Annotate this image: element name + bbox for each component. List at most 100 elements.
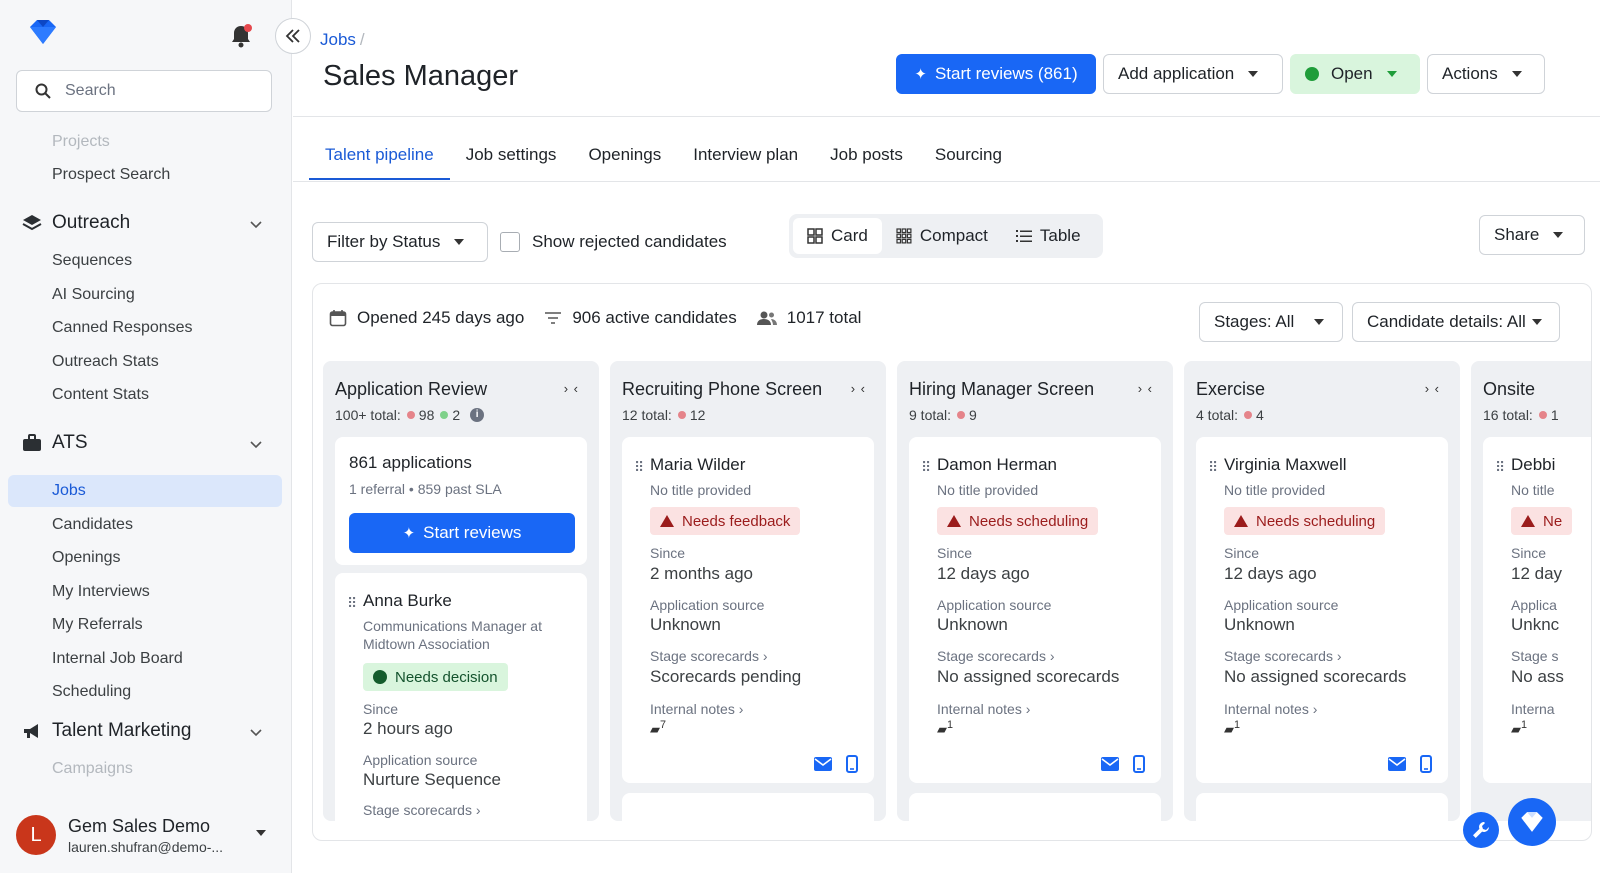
candidate-name[interactable]: Maria Wilder [650,455,745,475]
collapse-column-icon[interactable]: › ‹ [1138,381,1153,396]
candidate-card[interactable] [1196,793,1448,821]
sidebar-item-internal-job-board[interactable]: Internal Job Board [52,647,183,671]
show-rejected-checkbox[interactable] [500,232,520,252]
share-button[interactable]: Share [1479,215,1585,255]
gem-assistant-button[interactable] [1508,798,1556,846]
grip-icon[interactable]: ⠿ [347,595,357,612]
note-icon[interactable]: ▰1 [937,719,953,737]
candidate-name[interactable]: Debbi [1511,455,1555,475]
phone-icon[interactable] [846,755,858,773]
grip-icon[interactable]: ⠿ [1495,459,1505,476]
candidate-card[interactable]: ⠿ Debbi No title Ne Since 12 day Applica… [1483,437,1591,783]
view-compact-button[interactable]: Compact [882,218,1002,254]
collapse-column-icon[interactable]: › ‹ [1425,381,1440,396]
sidebar-item-openings[interactable]: Openings [52,546,121,570]
candidate-name[interactable]: Anna Burke [363,591,452,611]
scorecards-link[interactable]: Stage scorecards › [650,648,768,664]
tab-openings[interactable]: Openings [572,140,677,180]
sidebar-item-my-interviews[interactable]: My Interviews [52,580,150,604]
sidebar-item-campaigns[interactable]: Campaigns [52,757,133,781]
note-icon[interactable]: ▰1 [1224,719,1240,737]
search-box[interactable] [16,70,272,112]
since-value: 2 months ago [650,564,754,583]
sidebar-item-content-stats[interactable]: Content Stats [52,383,149,407]
tools-button[interactable] [1463,812,1499,848]
candidate-card[interactable]: ⠿ Maria Wilder No title provided Needs f… [622,437,874,783]
sidebar-section-talent-marketing[interactable]: Talent Marketing [22,716,191,746]
mail-icon[interactable] [1101,757,1119,771]
collapse-sidebar-button[interactable] [275,18,311,54]
candidate-card[interactable]: ⠿ Anna Burke Communications Manager at M… [335,573,587,821]
internal-notes-link[interactable]: Interna [1511,701,1555,717]
sidebar-item-canned-responses[interactable]: Canned Responses [52,316,193,340]
candidate-card[interactable]: ⠿ Virginia Maxwell No title provided Nee… [1196,437,1448,783]
info-icon[interactable]: i [470,408,485,422]
contact-icons [1374,755,1432,773]
breadcrumb-jobs-link[interactable]: Jobs [320,30,356,49]
scorecards-link[interactable]: Stage scorecards › [937,648,1055,664]
status-dropdown[interactable]: Open [1290,54,1420,94]
candidate-details-dropdown[interactable]: Candidate details: All [1352,302,1560,342]
grip-icon[interactable]: ⠿ [921,459,931,476]
sidebar-item-sequences[interactable]: Sequences [52,249,132,273]
start-reviews-card-button[interactable]: ✦ Start reviews [349,513,575,553]
search-input[interactable] [65,82,255,100]
candidate-card[interactable] [622,793,874,821]
grip-icon[interactable]: ⠿ [634,459,644,476]
candidate-name[interactable]: Damon Herman [937,455,1057,475]
mail-icon[interactable] [814,757,832,771]
chevron-down-icon[interactable] [248,436,264,452]
tab-sourcing[interactable]: Sourcing [919,140,1018,180]
sidebar-item-my-referrals[interactable]: My Referrals [52,613,143,637]
sidebar-section-outreach[interactable]: Outreach [22,208,130,238]
scorecards-link[interactable]: Stage scorecards › [1224,648,1342,664]
sidebar-item-projects[interactable]: Projects [52,130,110,154]
collapse-column-icon[interactable]: › ‹ [851,381,866,396]
scorecards-link[interactable]: Stage scorecards › [363,802,481,818]
collapse-column-icon[interactable]: › ‹ [564,381,579,396]
sidebar-item-scheduling[interactable]: Scheduling [52,680,131,704]
candidate-card[interactable] [909,793,1161,821]
sidebar-item-jobs[interactable]: Jobs [52,479,86,503]
green-dot [440,411,449,419]
note-icon[interactable]: ▰1 [1511,719,1527,737]
scorecards-link[interactable]: Stage s [1511,648,1558,664]
tab-job-settings[interactable]: Job settings [450,140,573,180]
actions-button[interactable]: Actions [1427,54,1545,94]
warning-icon [1521,515,1535,527]
note-icon[interactable]: ▰7 [650,719,666,737]
sidebar-item-outreach-stats[interactable]: Outreach Stats [52,350,159,374]
view-card-button[interactable]: Card [793,218,882,254]
sidebar-item-candidates[interactable]: Candidates [52,513,133,537]
user-menu[interactable]: L Gem Sales Demo lauren.shufran@demo-... [16,815,223,855]
chevron-down-icon[interactable] [248,216,264,232]
grip-icon[interactable]: ⠿ [1208,459,1218,476]
tab-interview-plan[interactable]: Interview plan [677,140,814,180]
badge-label: Ne [1543,512,1563,530]
stages-dropdown[interactable]: Stages: All [1199,302,1343,342]
candidate-card[interactable]: ⠿ Damon Herman No title provided Needs s… [909,437,1161,783]
sidebar-item-ai-sourcing[interactable]: AI Sourcing [52,283,135,307]
candidate-name[interactable]: Virginia Maxwell [1224,455,1347,475]
tab-talent-pipeline[interactable]: Talent pipeline [309,140,450,180]
filter-by-status-dropdown[interactable]: Filter by Status [312,222,488,262]
user-email: lauren.shufran@demo-... [68,838,224,855]
internal-notes-link[interactable]: Internal notes › [650,701,743,717]
add-application-button[interactable]: Add application [1103,54,1283,94]
sidebar-item-prospect-search[interactable]: Prospect Search [52,163,170,187]
show-rejected-toggle[interactable]: Show rejected candidates [500,232,727,252]
chevron-down-icon[interactable] [248,724,264,740]
phone-icon[interactable] [1420,755,1432,773]
warning-icon [947,515,961,527]
internal-notes-link[interactable]: Internal notes › [937,701,1030,717]
phone-icon[interactable] [1133,755,1145,773]
section-label: Talent Marketing [52,720,192,741]
internal-notes-link[interactable]: Internal notes › [1224,701,1317,717]
gem-logo-icon[interactable] [26,18,60,46]
tab-job-posts[interactable]: Job posts [814,140,919,180]
caret-down-icon[interactable] [256,830,266,836]
sidebar-section-ats[interactable]: ATS [22,428,88,458]
start-reviews-button[interactable]: ✦ Start reviews (861) [896,54,1096,94]
mail-icon[interactable] [1388,757,1406,771]
view-table-button[interactable]: Table [1002,218,1095,254]
